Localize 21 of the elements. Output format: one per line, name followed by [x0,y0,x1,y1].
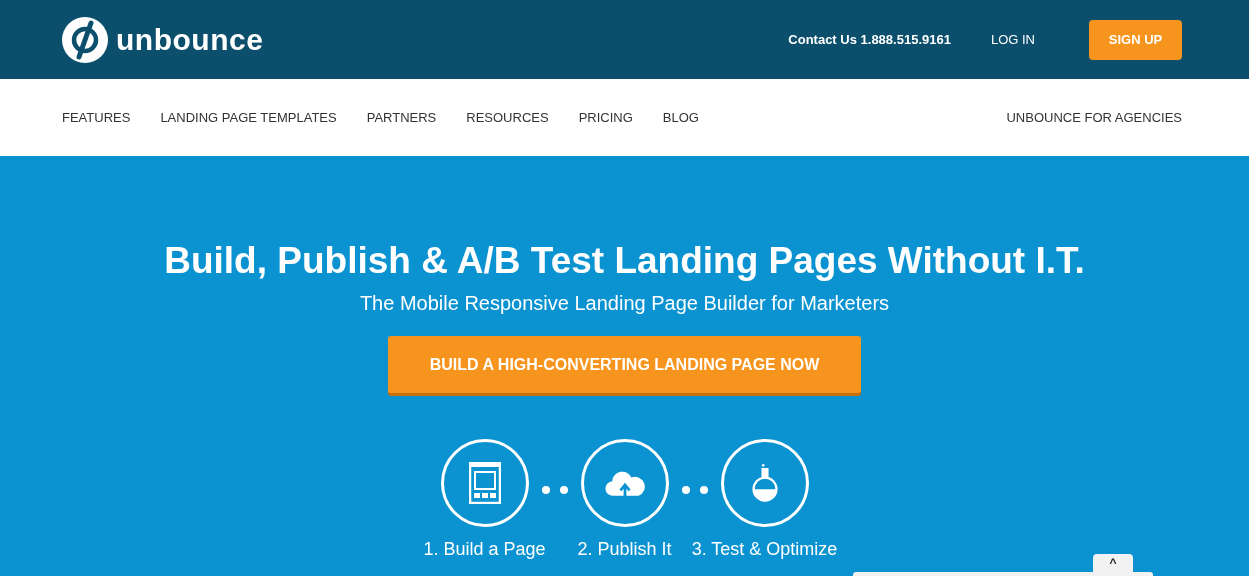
nav-link[interactable]: RESOURCES [466,110,549,125]
hero-subtitle: The Mobile Responsive Landing Page Builder for Marketers [359,292,890,315]
dots-icon [681,486,708,494]
logo-text[interactable]: unbounce [116,22,264,57]
nav-link[interactable]: FEATURES [62,110,131,125]
login-link[interactable]: LOG IN [990,32,1035,47]
nav-link[interactable]: PRICING [578,110,633,125]
step-label: 1. Build a Page [423,539,546,560]
dots-icon [541,486,568,494]
hero-title: Build, Publish & A/B Test Landing Pages Without I.T. [164,240,1085,282]
flask-icon [749,463,780,503]
step-label: 2. Publish It [577,539,672,560]
contact-phone: Contact Us 1.888.515.9161 [788,32,951,47]
nav-link[interactable]: UNBOUNCE FOR AGENCIES [1006,110,1182,125]
step-label: 3. Test & Optimize [691,539,838,560]
logo-icon[interactable] [62,16,108,63]
chat-tab[interactable]: ^ [1093,554,1133,572]
nav-link[interactable]: BLOG [662,110,699,125]
nav-link[interactable]: PARTNERS [366,110,437,125]
nav-link[interactable]: LANDING PAGE TEMPLATES [160,110,337,125]
browser-window-icon [468,462,501,504]
